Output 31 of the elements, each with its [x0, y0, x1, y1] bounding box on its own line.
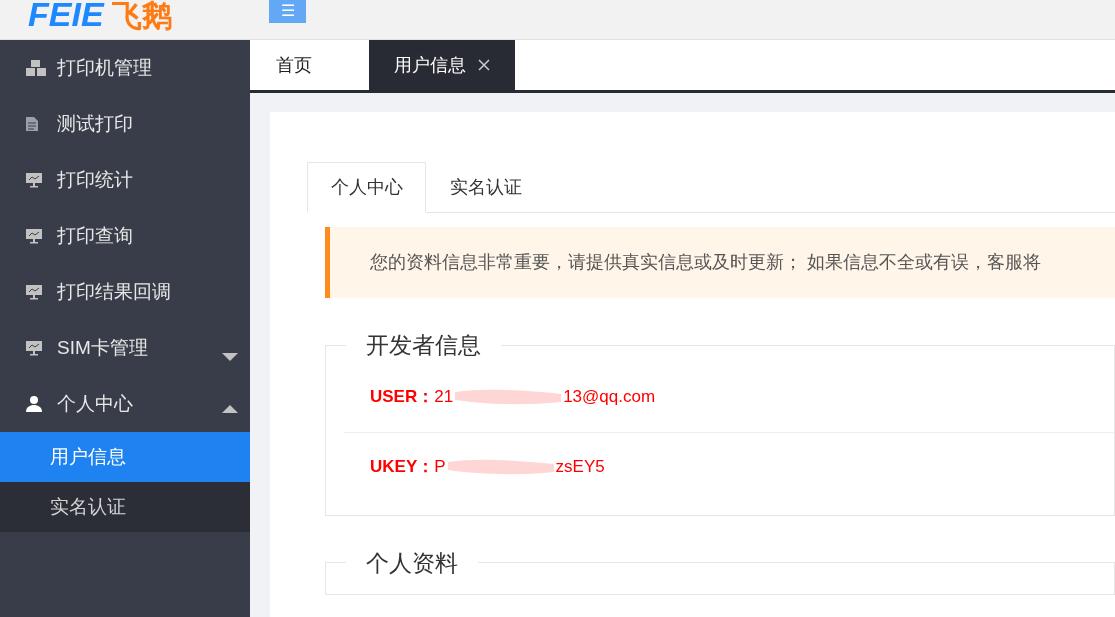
page-tab[interactable]: 用户信息	[369, 40, 515, 90]
sidebar-item[interactable]: 打印机管理	[0, 40, 250, 96]
monitor-icon	[25, 340, 43, 356]
field-value: zsEY5	[555, 455, 605, 478]
notice-banner: 您的资料信息非常重要，请提供真实信息或及时更新； 如果信息不全或有误，客服将	[325, 227, 1115, 298]
logo: FEIE 飞鹅	[28, 0, 172, 31]
document-icon	[25, 116, 39, 132]
section-title: 个人资料	[365, 548, 459, 578]
user-icon	[25, 395, 43, 413]
field-label: USER：	[370, 386, 435, 409]
field-value: 13@qq.com	[563, 386, 656, 409]
section-title: 开发者信息	[365, 331, 482, 360]
monitor-icon	[25, 284, 43, 300]
sidebar-subitem[interactable]: 用户信息	[0, 432, 250, 482]
field-value: 21	[434, 386, 454, 409]
cubes-icon	[25, 59, 47, 77]
sidebar-subitem[interactable]: 实名认证	[0, 482, 250, 532]
sidebar-item[interactable]: 个人中心	[0, 376, 250, 432]
sidebar-item[interactable]: 打印查询	[0, 208, 250, 264]
monitor-icon	[25, 172, 43, 188]
field-value: P	[434, 455, 446, 478]
content-tab[interactable]: 个人中心	[307, 162, 426, 213]
sidebar-item[interactable]: 打印结果回调	[0, 264, 250, 320]
sidebar-item[interactable]: 打印统计	[0, 152, 250, 208]
field-label: UKEY：	[370, 455, 435, 478]
sidebar-item[interactable]: 测试打印	[0, 96, 250, 152]
close-icon[interactable]	[478, 59, 490, 71]
sidebar-item[interactable]: SIM卡管理	[0, 320, 250, 376]
content-tab[interactable]: 实名认证	[426, 162, 545, 213]
page-tab[interactable]: 首页	[251, 40, 369, 90]
monitor-icon	[25, 228, 43, 244]
